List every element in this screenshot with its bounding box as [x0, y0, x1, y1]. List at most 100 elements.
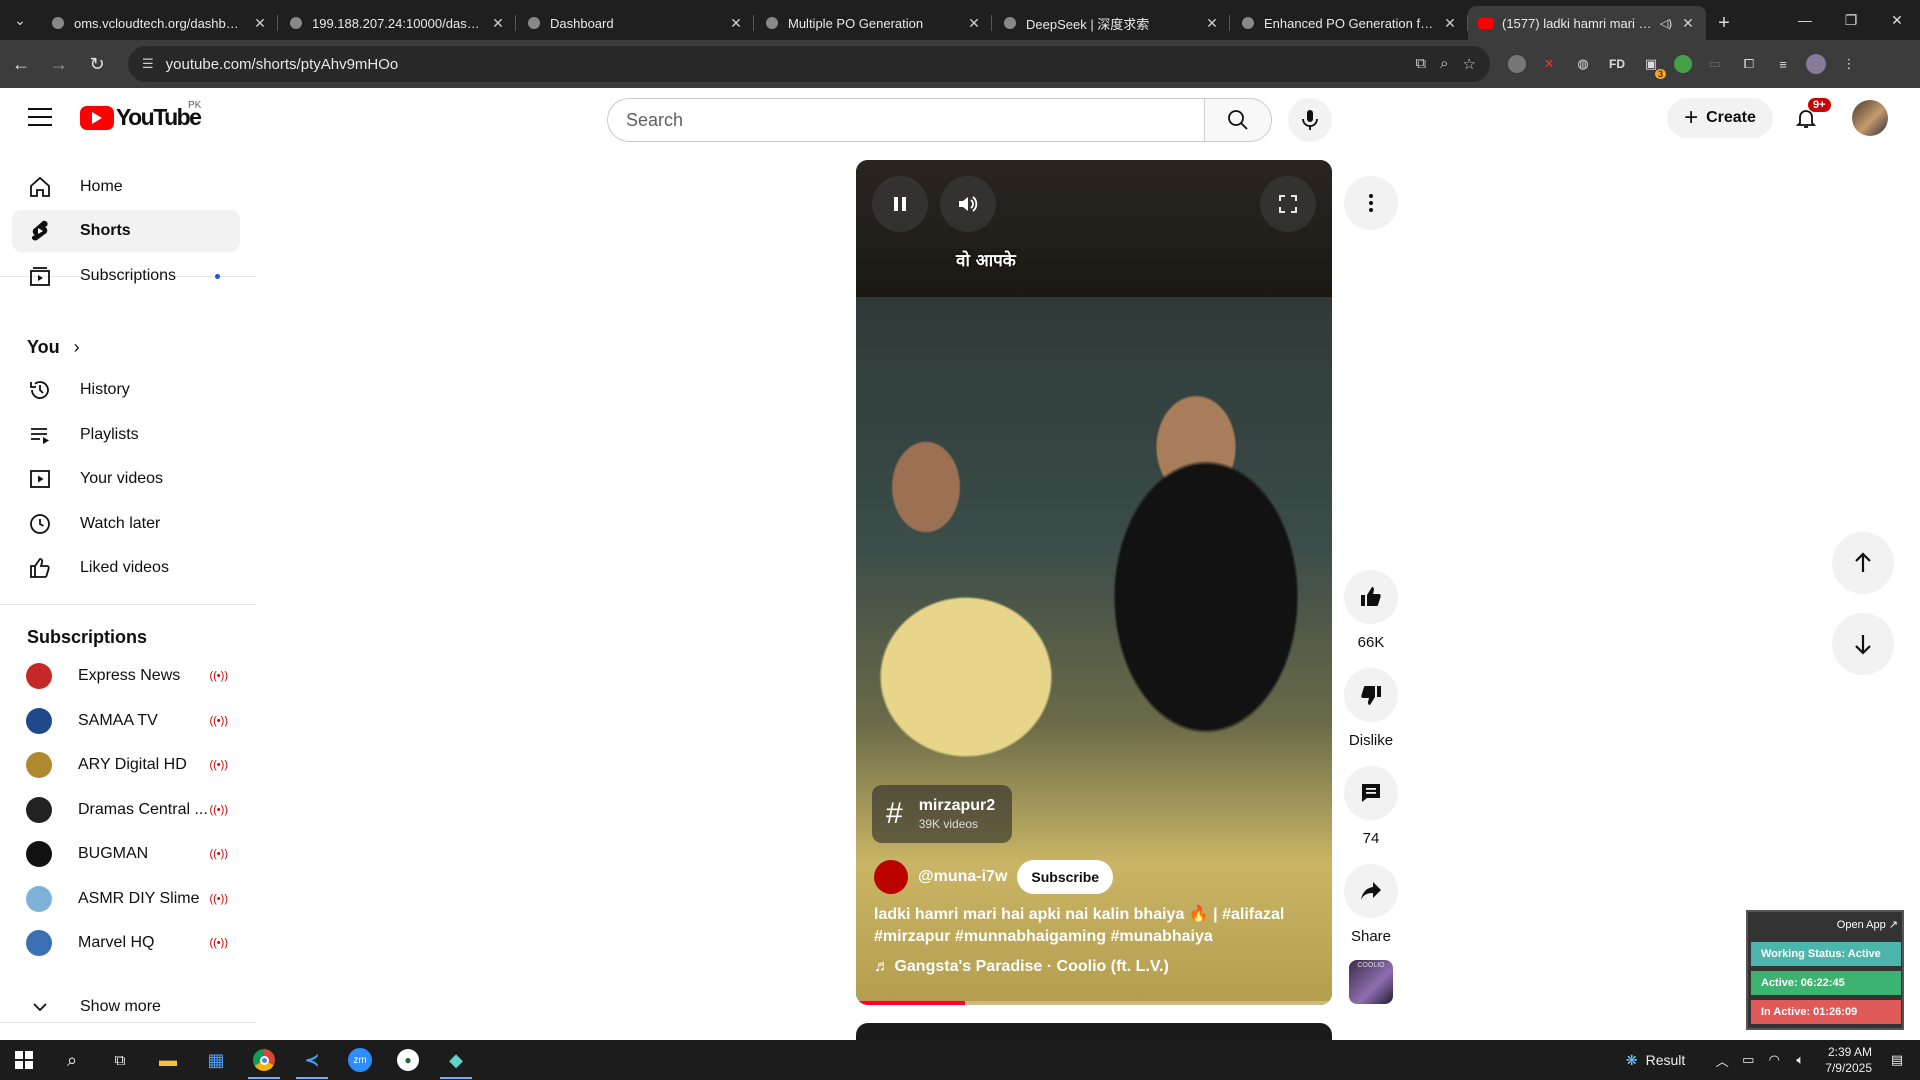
tray-overflow-icon[interactable]: ︿ — [1711, 1051, 1733, 1070]
channel-name[interactable]: @muna-i7w — [918, 868, 1007, 886]
bookmark-star-icon[interactable]: ☆ — [1463, 55, 1476, 73]
more-options-button[interactable] — [1344, 176, 1398, 230]
restore-button[interactable]: ❐ — [1828, 0, 1874, 40]
extension-green-icon[interactable] — [1674, 55, 1692, 73]
extension-close-icon[interactable]: ✕ — [1538, 53, 1560, 75]
tab-close-icon[interactable]: ✕ — [490, 15, 506, 32]
back-button[interactable]: ← — [4, 47, 38, 81]
app-drop-icon[interactable]: ● — [384, 1040, 432, 1080]
menu-hamburger-icon[interactable] — [28, 108, 52, 126]
browser-tab[interactable]: Dashboard ✕ — [516, 6, 754, 40]
wifi-icon[interactable]: ◠ — [1763, 1052, 1785, 1068]
site-info-icon[interactable]: ☰ — [142, 56, 154, 72]
youtube-logo[interactable]: YouTube PK — [80, 100, 202, 131]
subscription-channel[interactable]: BUGMAN ((•)) — [12, 833, 240, 875]
extension-badge-icon[interactable]: ▣ 3 — [1640, 53, 1666, 79]
tab-close-icon[interactable]: ✕ — [966, 15, 982, 32]
subscription-channel[interactable]: Dramas Central ... ((•)) — [12, 789, 240, 831]
extensions-puzzle-icon[interactable]: ⧠ — [1738, 53, 1760, 75]
clock[interactable]: 2:39 AM 7/9/2025 — [1825, 1044, 1872, 1076]
browser-tab[interactable]: Enhanced PO Generation for Mu ✕ — [1230, 6, 1468, 40]
volume-button[interactable] — [940, 176, 996, 232]
browser-tab[interactable]: Multiple PO Generation ✕ — [754, 6, 992, 40]
address-bar[interactable]: ☰ youtube.com/shorts/ptyAhv9mHOo ⧉ ⌕ ☆ — [128, 46, 1490, 82]
browser-tab[interactable]: 199.188.207.24:10000/dashboard ✕ — [278, 6, 516, 40]
previous-short-button[interactable] — [1832, 532, 1894, 594]
tab-close-icon[interactable]: ✕ — [1680, 15, 1696, 32]
sidebar-item-subscriptions[interactable]: Subscriptions — [12, 255, 240, 297]
file-explorer-icon[interactable]: ▬ — [144, 1040, 192, 1080]
sidebar-item-history[interactable]: History — [12, 369, 240, 411]
minimize-button[interactable]: — — [1782, 0, 1828, 40]
account-avatar[interactable] — [1852, 100, 1888, 136]
share-button[interactable] — [1344, 864, 1398, 918]
extension-face-icon[interactable] — [1508, 55, 1526, 73]
close-window-button[interactable]: ✕ — [1874, 0, 1920, 40]
like-button[interactable] — [1344, 570, 1398, 624]
forward-button[interactable]: → — [42, 47, 76, 81]
open-app-button[interactable]: Open App ↗ — [1837, 918, 1898, 931]
app-diamond-icon[interactable]: ◆ — [432, 1040, 480, 1080]
zoom-icon[interactable]: ⌕ — [1440, 55, 1448, 73]
tab-close-icon[interactable]: ✕ — [1204, 15, 1220, 32]
sound-thumbnail[interactable]: COOLIO — [1349, 960, 1393, 1004]
voice-search-button[interactable] — [1288, 98, 1332, 142]
fullscreen-button[interactable] — [1260, 176, 1316, 232]
store-icon[interactable]: ▦ — [192, 1040, 240, 1080]
subscription-channel[interactable]: Marvel HQ ((•)) — [12, 922, 240, 964]
browser-tab[interactable]: DeepSeek | 深度求索 ✕ — [992, 6, 1230, 40]
subscription-channel[interactable]: ARY Digital HD ((•)) — [12, 744, 240, 786]
weather-widget[interactable]: ❋ Result — [1626, 1052, 1685, 1069]
tab-close-icon[interactable]: ✕ — [728, 15, 744, 32]
zoom-taskbar-icon[interactable]: zm — [336, 1040, 384, 1080]
tab-audio-icon[interactable]: ◁) — [1660, 17, 1672, 30]
subscription-channel[interactable]: Express News ((•)) — [12, 655, 240, 697]
sidebar-item-watch-later[interactable]: Watch later — [12, 503, 240, 545]
pause-button[interactable] — [872, 176, 928, 232]
start-button[interactable] — [0, 1040, 48, 1080]
short-description[interactable]: ladki hamri mari hai apki nai kalin bhai… — [874, 904, 1314, 948]
search-input[interactable]: Search — [607, 98, 1204, 142]
subscription-channel[interactable]: SAMAA TV ((•)) — [12, 700, 240, 742]
extension-globe-icon[interactable]: ◍ — [1572, 53, 1594, 75]
media-controls-icon[interactable]: ≡ — [1772, 53, 1794, 75]
sidebar-item-playlists[interactable]: Playlists — [12, 414, 240, 456]
sidebar-item-your-videos[interactable]: Your videos — [12, 458, 240, 500]
tab-search-button[interactable]: ⌄ — [0, 0, 40, 40]
you-section-link[interactable]: You › — [12, 326, 240, 368]
hashtag-chip[interactable]: # mirzapur2 39K videos — [872, 785, 1012, 843]
vscode-taskbar-icon[interactable]: ≺ — [288, 1040, 336, 1080]
sidebar-item-liked-videos[interactable]: Liked videos — [12, 547, 240, 589]
task-view-icon[interactable]: ⧉ — [96, 1040, 144, 1080]
notification-center-icon[interactable]: ▤ — [1886, 1052, 1908, 1068]
next-short-button[interactable] — [1832, 613, 1894, 675]
speaker-icon[interactable]: 🔈︎ — [1789, 1052, 1811, 1068]
extension-fd-icon[interactable]: FD — [1606, 53, 1628, 75]
subscribe-button[interactable]: Subscribe — [1017, 860, 1114, 894]
taskbar-search-icon[interactable]: ⌕ — [48, 1040, 96, 1080]
browser-tab[interactable]: (1577) ladki hamri mari hai ◁) ✕ — [1468, 6, 1706, 40]
sidebar-item-home[interactable]: Home — [12, 166, 240, 208]
browser-tab[interactable]: oms.vcloudtech.org/dashboard ✕ — [40, 6, 278, 40]
notifications-button[interactable]: 9+ — [1790, 98, 1831, 134]
comments-button[interactable] — [1344, 766, 1398, 820]
subscription-channel[interactable]: ASMR DIY Slime ((•)) — [12, 878, 240, 920]
tab-close-icon[interactable]: ✕ — [252, 15, 268, 32]
search-button[interactable] — [1204, 98, 1272, 142]
shorts-player[interactable]: वो आपके # mirzapur2 39K videos @muna-i7w… — [856, 160, 1332, 1005]
install-app-icon[interactable]: ⧉ — [1415, 55, 1426, 73]
browser-menu-icon[interactable]: ⋮ — [1838, 53, 1860, 75]
chrome-taskbar-icon[interactable] — [240, 1040, 288, 1080]
music-link[interactable]: ♬ Gangsta's Paradise · Coolio (ft. L.V.) — [874, 958, 1169, 976]
extension-dark-icon[interactable]: ▭ — [1704, 53, 1726, 75]
battery-icon[interactable]: ▭ — [1737, 1052, 1759, 1068]
create-button[interactable]: + Create — [1667, 98, 1773, 138]
new-tab-button[interactable]: + — [1706, 6, 1742, 40]
channel-avatar[interactable] — [874, 860, 908, 894]
tab-close-icon[interactable]: ✕ — [1442, 15, 1458, 32]
sidebar-item-shorts[interactable]: Shorts — [12, 210, 240, 252]
progress-bar[interactable] — [856, 1001, 1332, 1005]
dislike-button[interactable] — [1344, 668, 1398, 722]
profile-icon[interactable] — [1806, 54, 1826, 74]
reload-button[interactable]: ↻ — [80, 47, 114, 81]
